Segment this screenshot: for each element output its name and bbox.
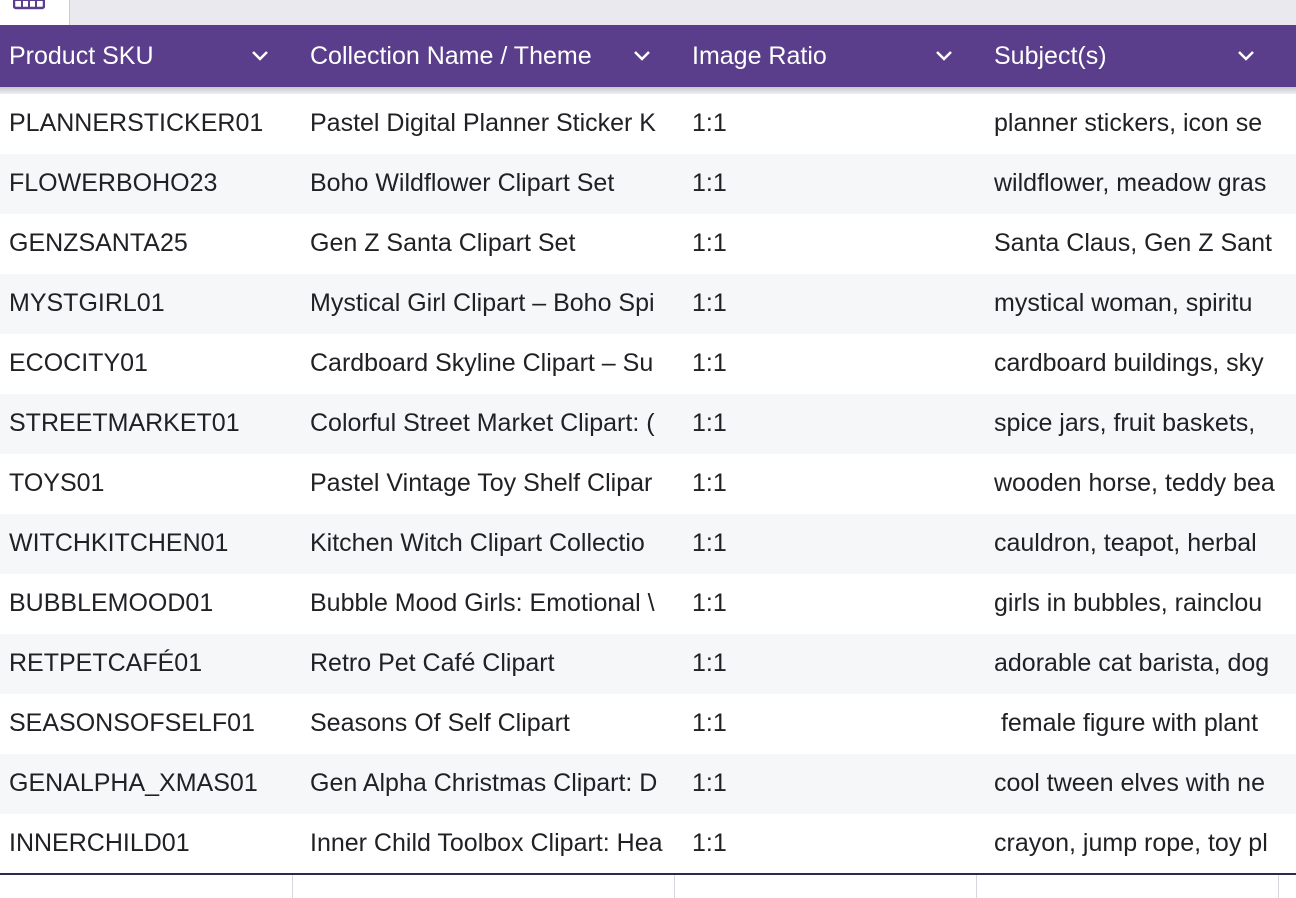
ratio-cell[interactable]: 1:1: [692, 94, 972, 154]
subjects-cell[interactable]: cauldron, teapot, herbal: [994, 514, 1296, 574]
subjects-cell[interactable]: girls in bubbles, rainclou: [994, 574, 1296, 634]
sku-cell[interactable]: ECOCITY01: [9, 334, 289, 394]
column-header-label: Product SKU: [9, 41, 154, 70]
subjects-cell[interactable]: wildflower, meadow gras: [994, 154, 1296, 214]
collection-cell[interactable]: Inner Child Toolbox Clipart: Hea: [310, 814, 675, 874]
subjects-cell[interactable]: adorable cat barista, dog: [994, 634, 1296, 694]
table-body: PLANNERSTICKER01 Pastel Digital Planner …: [0, 94, 1296, 874]
sku-cell[interactable]: MYSTGIRL01: [9, 274, 289, 334]
column-header-subjects[interactable]: Subject(s): [976, 25, 1296, 87]
sku-cell[interactable]: TOYS01: [9, 454, 289, 514]
table-header: Product SKU Collection Name / Theme Imag…: [0, 25, 1296, 87]
ratio-cell[interactable]: 1:1: [692, 514, 972, 574]
chevron-down-icon[interactable]: [632, 49, 652, 63]
sku-cell[interactable]: INNERCHILD01: [9, 814, 289, 874]
column-header-label: Subject(s): [994, 41, 1107, 70]
chevron-down-icon[interactable]: [250, 49, 270, 63]
column-header-image-ratio[interactable]: Image Ratio: [674, 25, 976, 87]
table-row[interactable]: MYSTGIRL01 Mystical Girl Clipart – Boho …: [0, 274, 1296, 334]
collection-cell[interactable]: Gen Alpha Christmas Clipart: D: [310, 754, 675, 814]
collection-cell[interactable]: Colorful Street Market Clipart: (: [310, 394, 675, 454]
table-row[interactable]: FLOWERBOHO23 Boho Wildflower Clipart Set…: [0, 154, 1296, 214]
column-divider[interactable]: [976, 875, 977, 898]
column-divider[interactable]: [292, 875, 293, 898]
column-header-label: Collection Name / Theme: [310, 41, 592, 70]
collection-cell[interactable]: Mystical Girl Clipart – Boho Spi: [310, 274, 675, 334]
ratio-cell[interactable]: 1:1: [692, 754, 972, 814]
ratio-cell[interactable]: 1:1: [692, 814, 972, 874]
collection-cell[interactable]: Gen Z Santa Clipart Set: [310, 214, 675, 274]
sku-cell[interactable]: SEASONSOFSELF01: [9, 694, 289, 754]
table-row[interactable]: GENALPHA_XMAS01 Gen Alpha Christmas Clip…: [0, 754, 1296, 814]
grid-view-icon: [13, 0, 45, 10]
sku-cell[interactable]: WITCHKITCHEN01: [9, 514, 289, 574]
sku-cell[interactable]: STREETMARKET01: [9, 394, 289, 454]
sku-cell[interactable]: FLOWERBOHO23: [9, 154, 289, 214]
column-divider[interactable]: [674, 875, 675, 898]
ratio-cell[interactable]: 1:1: [692, 154, 972, 214]
ratio-cell[interactable]: 1:1: [692, 574, 972, 634]
table-row[interactable]: STREETMARKET01 Colorful Street Market Cl…: [0, 394, 1296, 454]
ratio-cell[interactable]: 1:1: [692, 214, 972, 274]
sku-cell[interactable]: RETPETCAFÉ01: [9, 634, 289, 694]
column-header-collection-name[interactable]: Collection Name / Theme: [292, 25, 674, 87]
collection-cell[interactable]: Retro Pet Café Clipart: [310, 634, 675, 694]
subjects-cell[interactable]: planner stickers, icon se: [994, 94, 1296, 154]
header-shadow: [0, 87, 1296, 94]
collection-cell[interactable]: Boho Wildflower Clipart Set: [310, 154, 675, 214]
subjects-cell[interactable]: cardboard buildings, sky: [994, 334, 1296, 394]
ratio-cell[interactable]: 1:1: [692, 454, 972, 514]
chevron-down-icon[interactable]: [1236, 49, 1256, 63]
subjects-cell[interactable]: female figure with plant: [994, 694, 1296, 754]
table-row[interactable]: PLANNERSTICKER01 Pastel Digital Planner …: [0, 94, 1296, 154]
collection-cell[interactable]: Seasons Of Self Clipart: [310, 694, 675, 754]
table-row[interactable]: BUBBLEMOOD01 Bubble Mood Girls: Emotiona…: [0, 574, 1296, 634]
table-row[interactable]: GENZSANTA25 Gen Z Santa Clipart Set 1:1 …: [0, 214, 1296, 274]
collection-cell[interactable]: Cardboard Skyline Clipart – Su: [310, 334, 675, 394]
table-row[interactable]: TOYS01 Pastel Vintage Toy Shelf Clipar 1…: [0, 454, 1296, 514]
column-header-label: Image Ratio: [692, 41, 827, 70]
collection-cell[interactable]: Pastel Vintage Toy Shelf Clipar: [310, 454, 675, 514]
chevron-down-icon[interactable]: [934, 49, 954, 63]
subjects-cell[interactable]: Santa Claus, Gen Z Sant: [994, 214, 1296, 274]
sku-cell[interactable]: GENALPHA_XMAS01: [9, 754, 289, 814]
column-divider[interactable]: [1278, 875, 1279, 898]
sku-cell[interactable]: GENZSANTA25: [9, 214, 289, 274]
table-row[interactable]: SEASONSOFSELF01 Seasons Of Self Clipart …: [0, 694, 1296, 754]
table-row[interactable]: ECOCITY01 Cardboard Skyline Clipart – Su…: [0, 334, 1296, 394]
subjects-cell[interactable]: spice jars, fruit baskets,: [994, 394, 1296, 454]
ratio-cell[interactable]: 1:1: [692, 634, 972, 694]
table-row[interactable]: INNERCHILD01 Inner Child Toolbox Clipart…: [0, 814, 1296, 874]
view-toolbar: [0, 0, 1296, 25]
ratio-cell[interactable]: 1:1: [692, 394, 972, 454]
subjects-cell[interactable]: cool tween elves with ne: [994, 754, 1296, 814]
subjects-cell[interactable]: wooden horse, teddy bea: [994, 454, 1296, 514]
ratio-cell[interactable]: 1:1: [692, 694, 972, 754]
sku-cell[interactable]: PLANNERSTICKER01: [9, 94, 289, 154]
ratio-cell[interactable]: 1:1: [692, 274, 972, 334]
subjects-cell[interactable]: mystical woman, spiritu: [994, 274, 1296, 334]
collection-cell[interactable]: Pastel Digital Planner Sticker K: [310, 94, 675, 154]
table-footer-row: [0, 875, 1296, 898]
table-row[interactable]: WITCHKITCHEN01 Kitchen Witch Clipart Col…: [0, 514, 1296, 574]
table-row[interactable]: RETPETCAFÉ01 Retro Pet Café Clipart 1:1 …: [0, 634, 1296, 694]
ratio-cell[interactable]: 1:1: [692, 334, 972, 394]
subjects-cell[interactable]: crayon, jump rope, toy pl: [994, 814, 1296, 874]
grid-view-tab[interactable]: [0, 0, 70, 25]
column-header-product-sku[interactable]: Product SKU: [0, 25, 292, 87]
collection-cell[interactable]: Kitchen Witch Clipart Collectio: [310, 514, 675, 574]
collection-cell[interactable]: Bubble Mood Girls: Emotional \: [310, 574, 675, 634]
sku-cell[interactable]: BUBBLEMOOD01: [9, 574, 289, 634]
